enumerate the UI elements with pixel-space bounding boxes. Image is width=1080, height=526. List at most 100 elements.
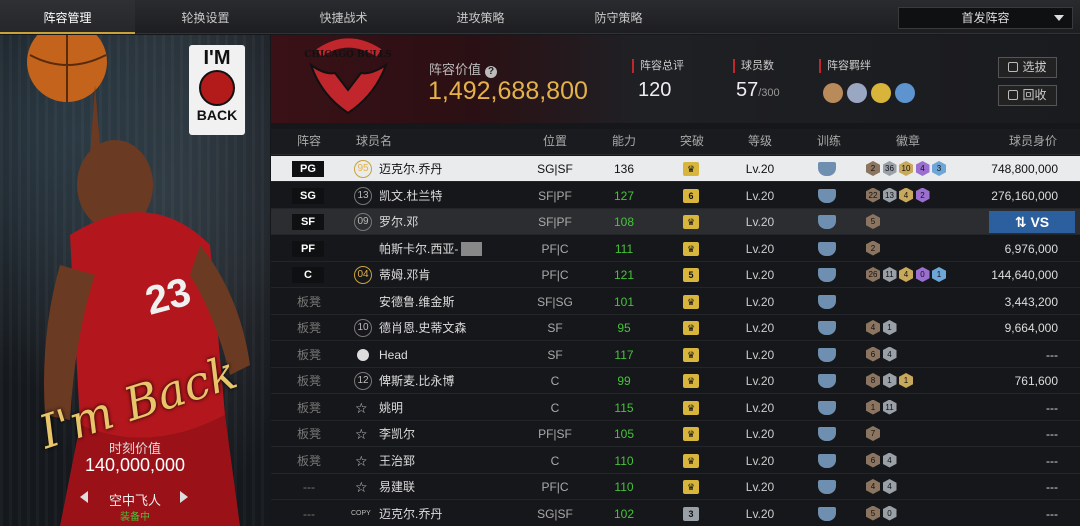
player-position: SF bbox=[547, 347, 563, 362]
top-nav: 阵容管理 轮换设置 快捷战术 进攻策略 防守策略 首发阵容 bbox=[0, 0, 1080, 34]
tab-quick-tactics[interactable]: 快捷战术 bbox=[276, 0, 411, 34]
filter-button[interactable]: 选拔 bbox=[998, 57, 1057, 78]
training-icon[interactable] bbox=[818, 374, 836, 388]
badge-icon: 22 bbox=[866, 187, 880, 203]
training-icon[interactable] bbox=[818, 215, 836, 229]
player-name: 德肖恩.史蒂文森 bbox=[379, 321, 467, 335]
player-price: --- bbox=[1046, 347, 1058, 362]
badge-icon: 2 bbox=[866, 161, 880, 176]
table-row[interactable]: --- COPY 迈克尔.乔丹 SG|SF 102 3 Lv.20 5 0 --- bbox=[271, 501, 1080, 526]
breakthrough-icon: ♛ bbox=[683, 374, 699, 388]
breakthrough-icon: ♛ bbox=[683, 400, 699, 415]
training-icon[interactable] bbox=[818, 162, 836, 176]
player-level: Lv.20 bbox=[745, 506, 775, 521]
badge-icon: 5 bbox=[866, 505, 880, 521]
badge-icon: 3 bbox=[932, 161, 946, 176]
recycle-button[interactable]: 回收 bbox=[998, 85, 1057, 106]
training-icon[interactable] bbox=[818, 241, 836, 256]
moment-value: 140,000,000 bbox=[84, 455, 186, 475]
badge-icon: 4 bbox=[915, 161, 930, 176]
swap-icon: ⇅ bbox=[1014, 214, 1031, 230]
breakthrough-icon: 5 bbox=[683, 268, 699, 282]
badge-icon: 4 bbox=[882, 452, 897, 468]
training-icon[interactable] bbox=[818, 506, 836, 521]
star-icon: ☆ bbox=[355, 479, 368, 495]
player-price: --- bbox=[1046, 453, 1058, 468]
tab-lineup-management[interactable]: 阵容管理 bbox=[0, 0, 135, 34]
im-back-logo: I'M BACK bbox=[189, 45, 245, 135]
badge-icon: 4 bbox=[882, 346, 897, 362]
tab-rotation-settings[interactable]: 轮换设置 bbox=[138, 0, 273, 34]
table-row[interactable]: SF 09 罗尔.邓 SF|PF 108 ♛ Lv.20 5 ⇅ VS bbox=[271, 209, 1080, 235]
player-power: 110 bbox=[614, 453, 634, 468]
training-icon[interactable] bbox=[818, 400, 836, 415]
slot-label: 板凳 bbox=[296, 453, 321, 468]
tab-offense-strategy[interactable]: 进攻策略 bbox=[413, 0, 548, 34]
breakthrough-icon: ♛ bbox=[683, 215, 699, 229]
table-row[interactable]: --- ☆ 易建联 PF|C 110 ♛ Lv.20 4 4 --- bbox=[271, 474, 1080, 500]
badge-icon: 2 bbox=[866, 240, 880, 256]
badge-icon: 4 bbox=[899, 267, 913, 282]
bond-icon[interactable] bbox=[871, 83, 891, 103]
skin-name: 空中飞人 bbox=[108, 493, 161, 508]
lineup-dropdown[interactable]: 首发阵容 bbox=[898, 7, 1073, 29]
lineup-dropdown-value: 首发阵容 bbox=[961, 11, 1010, 25]
training-icon[interactable] bbox=[818, 480, 836, 494]
badge-icon: 26 bbox=[866, 267, 880, 282]
breakthrough-icon: ♛ bbox=[683, 241, 699, 256]
table-row[interactable]: 板凳 ☆ 李凯尔 PF|SF 105 ♛ Lv.20 7 --- bbox=[271, 421, 1080, 447]
col-breakthrough: 突破 bbox=[679, 134, 704, 148]
training-icon[interactable] bbox=[818, 268, 836, 282]
star-icon: ☆ bbox=[355, 452, 368, 469]
badge-icon: 5 bbox=[866, 214, 880, 229]
player-name: 俾斯麦.比永博 bbox=[379, 374, 455, 388]
training-icon[interactable] bbox=[818, 188, 836, 203]
breakthrough-icon: ♛ bbox=[683, 480, 699, 494]
badge-icon: 1 bbox=[866, 399, 880, 415]
player-position: PF|SF bbox=[538, 427, 572, 441]
slot-tag: C bbox=[292, 267, 324, 283]
player-power: 121 bbox=[613, 268, 635, 282]
star-icon: ☆ bbox=[355, 426, 368, 442]
slot-tag: SF bbox=[292, 214, 324, 230]
table-row[interactable]: 板凳 ☆ 姚明 C 115 ♛ Lv.20 1 11 --- bbox=[271, 395, 1080, 421]
next-skin-arrow-icon[interactable] bbox=[180, 491, 188, 503]
skin-equipped-status: 装备中 bbox=[120, 512, 150, 523]
table-row[interactable]: 板凳 安德鲁.维金斯 SF|SG 101 ♛ Lv.20 3,443,200 bbox=[271, 289, 1080, 315]
bond-icon[interactable] bbox=[895, 83, 915, 103]
player-count-label: 球员数 bbox=[733, 59, 774, 73]
training-icon[interactable] bbox=[818, 427, 836, 441]
breakthrough-icon: ♛ bbox=[683, 294, 699, 309]
player-count: 57/300 bbox=[736, 79, 780, 101]
slot-label: --- bbox=[303, 480, 315, 494]
slot-tag: PG bbox=[292, 161, 324, 177]
breakthrough-icon: ♛ bbox=[683, 347, 699, 362]
prev-skin-arrow-icon[interactable] bbox=[80, 491, 88, 503]
compare-vs-button[interactable]: ⇅ VS bbox=[989, 211, 1075, 233]
jersey-number: 95 bbox=[354, 160, 372, 178]
table-row[interactable]: 板凳 12 俾斯麦.比永博 C 99 ♛ Lv.20 8 1 1 761,600 bbox=[271, 368, 1080, 394]
badge-icon: 6 bbox=[866, 346, 880, 362]
training-icon[interactable] bbox=[818, 347, 836, 362]
player-price: 9,664,000 bbox=[1004, 321, 1058, 335]
bond-icon[interactable] bbox=[823, 83, 843, 103]
training-icon[interactable] bbox=[818, 453, 836, 468]
badge-icon: 2 bbox=[915, 187, 930, 203]
table-row[interactable]: SG 13 凯文.杜兰特 SF|PF 127 6 Lv.20 22 13 4 2 276,160,00… bbox=[271, 183, 1080, 209]
training-icon[interactable] bbox=[818, 294, 836, 309]
table-row[interactable]: PG 95 迈克尔.乔丹 SG|SF 136 ♛ Lv.20 2 36 10 4 3 748,800,0… bbox=[271, 156, 1080, 182]
lineup-screen: 阵容管理 轮换设置 快捷战术 进攻策略 防守策略 首发阵容 23 I'M BAC… bbox=[0, 0, 1080, 526]
badge-icon: 1 bbox=[932, 267, 946, 282]
table-row[interactable]: C 04 蒂姆.邓肯 PF|C 121 5 Lv.20 26 11 4 0 1 144,640,000 bbox=[271, 262, 1080, 288]
jersey-number bbox=[354, 293, 372, 311]
table-row[interactable]: 板凳 ☆ 王治郅 C 110 ♛ Lv.20 6 4 --- bbox=[271, 448, 1080, 474]
table-row[interactable]: PF 帕斯卡尔.西亚- PF|C 111 ♛ Lv.20 2 6,976,000 bbox=[271, 236, 1080, 262]
bond-icon[interactable] bbox=[847, 83, 867, 103]
table-row[interactable]: 板凳 10 德肖恩.史蒂文森 SF 95 ♛ Lv.20 4 1 9,664,000 bbox=[271, 315, 1080, 341]
tab-defense-strategy[interactable]: 防守策略 bbox=[551, 0, 686, 34]
training-icon[interactable] bbox=[818, 321, 836, 335]
table-row[interactable]: 板凳 Head SF 117 ♛ Lv.20 6 4 --- bbox=[271, 342, 1080, 368]
slot-label: --- bbox=[303, 506, 315, 521]
copy-tag: COPY bbox=[351, 509, 371, 517]
col-badges: 徽章 bbox=[895, 134, 920, 148]
